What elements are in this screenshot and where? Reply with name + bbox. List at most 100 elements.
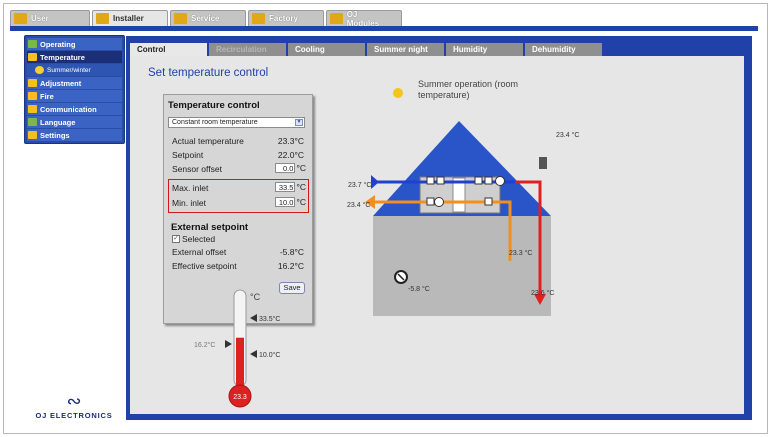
- factory-icon: [252, 13, 265, 24]
- installer-icon: [96, 13, 109, 24]
- tab-user-label: User: [31, 14, 49, 23]
- tab-humidity[interactable]: Humidity: [446, 43, 523, 56]
- sensor-offset-unit: °C: [296, 163, 306, 173]
- setpoint-row: Setpoint 22.0°C: [172, 150, 306, 161]
- supply-filter-icon: [474, 176, 483, 185]
- sidebar-item-operating[interactable]: Operating: [27, 38, 122, 50]
- sun-icon: [35, 66, 44, 74]
- intake-damper-icon: [436, 176, 445, 185]
- logo-mark: ∾: [66, 391, 82, 412]
- adjustment-icon: [28, 79, 37, 87]
- actual-temperature-label: Actual temperature: [172, 136, 244, 146]
- tab-factory-label: Factory: [269, 14, 298, 23]
- communication-icon: [28, 105, 37, 113]
- fire-icon: [28, 92, 37, 100]
- tab-service[interactable]: Service: [170, 10, 246, 26]
- max-inlet-unit: °C: [296, 182, 306, 192]
- setpoint-label: Setpoint: [172, 150, 204, 160]
- thermometer-icon: [28, 53, 37, 61]
- thermometer-unit: °C: [250, 292, 261, 302]
- main-area: Control Recirculation Cooling Summer nig…: [126, 36, 752, 420]
- sidebar-item-label: Fire: [40, 91, 54, 101]
- selected-label: Selected: [182, 234, 216, 244]
- sensor-offset-input[interactable]: 0.0: [275, 163, 296, 173]
- external-setpoint-title: External setpoint: [171, 222, 249, 233]
- language-icon: [28, 118, 37, 126]
- tab-installer[interactable]: Installer: [92, 10, 168, 26]
- outdoor-temperature: 23.4 °C: [556, 132, 580, 139]
- room-sensor-temperature: -5.8 °C: [408, 286, 430, 293]
- sidebar-item-label: Temperature: [40, 52, 85, 62]
- exhaust-temperature: 23.4 °C: [347, 202, 371, 209]
- supply-fan-icon: [495, 176, 505, 186]
- tab-oj-modules[interactable]: OJ Modules: [326, 9, 402, 28]
- tab-service-label: Service: [191, 14, 220, 23]
- extract-temperature: 23.3 °C: [509, 250, 533, 257]
- effective-setpoint-row: Effective setpoint 16.2°C: [172, 261, 306, 272]
- page-title: Set temperature control: [148, 67, 269, 79]
- tab-oj-modules-label: OJ Modules: [346, 9, 380, 28]
- ventilation-diagram: [365, 88, 551, 316]
- outdoor-sensor-icon: [539, 157, 547, 169]
- sensor-offset-label: Sensor offset: [172, 164, 222, 174]
- heater-icon: [484, 176, 493, 185]
- tab-recirculation[interactable]: Recirculation: [209, 43, 286, 56]
- sidebar-item-adjustment[interactable]: Adjustment: [27, 77, 122, 89]
- top-tab-bar: User Installer Service Factory OJ Module…: [10, 9, 402, 28]
- sidebar-item-label: Settings: [40, 130, 70, 140]
- panel-title: Temperature control: [168, 100, 260, 111]
- effective-setpoint-value: 16.2°C: [277, 261, 304, 271]
- max-inlet-input-wrap: 33.5 °C: [275, 182, 306, 192]
- sidebar-item-label: Operating: [40, 39, 76, 49]
- selected-checkbox[interactable]: ✓: [172, 235, 180, 243]
- tab-control[interactable]: Control: [130, 43, 207, 56]
- operating-icon: [28, 40, 37, 48]
- top-bar: [10, 26, 758, 31]
- max-inlet-input[interactable]: 33.5: [275, 182, 296, 192]
- sub-tab-bar: Control Recirculation Cooling Summer nig…: [130, 43, 602, 56]
- selected-checkbox-row[interactable]: ✓ Selected: [172, 234, 215, 244]
- min-inlet-label: Min. inlet: [172, 198, 207, 208]
- supply-temperature: 23.6 °C: [531, 290, 555, 297]
- sidebar-item-fire[interactable]: Fire: [27, 90, 122, 102]
- thermometer-max-marker: 33.5°C: [259, 315, 280, 323]
- min-inlet-row: Min. inlet 10.0 °C: [172, 197, 306, 209]
- external-offset-value: -5.8°C: [279, 247, 304, 257]
- tab-factory[interactable]: Factory: [248, 10, 324, 26]
- sidebar: Operating Temperature Summer/winter Adju…: [24, 35, 125, 144]
- intake-arrow-icon: [371, 175, 379, 189]
- users-icon: [14, 13, 27, 24]
- tab-user[interactable]: User: [10, 10, 90, 26]
- tab-summer-night[interactable]: Summer night: [367, 43, 444, 56]
- sidebar-menu: Operating Temperature Summer/winter Adju…: [24, 35, 125, 144]
- max-inlet-row: Max. inlet 33.5 °C: [172, 182, 306, 194]
- min-inlet-input[interactable]: 10.0: [275, 197, 296, 207]
- thermometer-bulb-value: 23.3: [233, 394, 247, 401]
- service-icon: [174, 13, 187, 24]
- thermometer-gauge: 23.3 °C 33.5°C 16.2°C 10.0°C: [194, 289, 280, 408]
- settings-icon: [28, 131, 37, 139]
- thermometer-setpoint-marker: 16.2°C: [194, 341, 215, 349]
- season-mode-label: Summer operation (room temperature): [418, 79, 519, 100]
- tab-cooling[interactable]: Cooling: [288, 43, 365, 56]
- sidebar-item-label: Language: [40, 117, 76, 127]
- max-marker-icon: [250, 314, 257, 322]
- sidebar-item-summer-winter[interactable]: Summer/winter: [27, 64, 122, 76]
- sidebar-item-temperature[interactable]: Temperature: [27, 51, 122, 63]
- sidebar-item-language[interactable]: Language: [27, 116, 122, 128]
- min-inlet-unit: °C: [296, 197, 306, 207]
- sidebar-item-settings[interactable]: Settings: [27, 129, 122, 141]
- sidebar-item-label: Adjustment: [40, 78, 82, 88]
- intake-filter-icon: [426, 176, 435, 185]
- chevron-down-icon: ▼: [295, 119, 303, 126]
- exhaust-filter-icon: [426, 197, 435, 206]
- tab-dehumidity[interactable]: Dehumidity: [525, 43, 602, 56]
- thermometer-min-marker: 10.0°C: [259, 351, 280, 359]
- control-mode-select[interactable]: Constant room temperature ▼: [168, 117, 305, 128]
- sidebar-item-communication[interactable]: Communication: [27, 103, 122, 115]
- sidebar-item-label: Communication: [40, 104, 97, 114]
- exhaust-fan-icon: [434, 197, 444, 207]
- modules-icon: [330, 13, 343, 24]
- intake-temperature: 23.7 °C: [348, 182, 372, 189]
- max-inlet-label: Max. inlet: [172, 183, 209, 193]
